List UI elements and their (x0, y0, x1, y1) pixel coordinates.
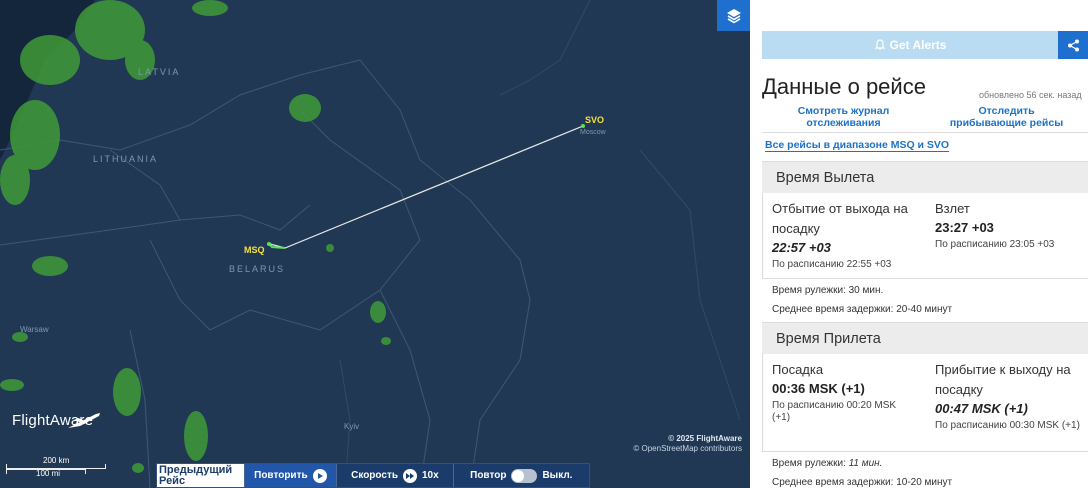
landing-scheduled: По расписанию 00:20 MSK (+1) (772, 400, 897, 423)
city-label-moscow: Moscow (580, 129, 606, 136)
route-line (269, 125, 584, 249)
panel-links: Смотреть журнал отслеживания Отследить п… (762, 105, 1088, 133)
replay-button[interactable]: Повторить (243, 464, 337, 487)
loop-state: Выкл. (542, 470, 573, 481)
attribution-flightaware: © 2025 FlightAware (668, 434, 742, 443)
gate-arrival: Прибытие к выходу на посадку 00:47 MSK (… (935, 360, 1085, 432)
updated-timestamp: обновлено 56 сек. назад (979, 90, 1082, 100)
share-icon (1067, 39, 1079, 51)
country-label-belarus: BELARUS (229, 264, 286, 274)
replay-label: Повторить (254, 470, 308, 481)
map-attribution: © 2025 FlightAware © OpenStreetMap contr… (633, 434, 742, 454)
gate-departure-time: 22:57 +03 (772, 240, 831, 255)
arrival-heading: Время Прилета (762, 322, 1088, 354)
all-flights-link[interactable]: Все рейсы в диапазоне MSQ и SVO (765, 139, 950, 152)
map-layers-button[interactable] (717, 0, 750, 31)
bell-icon (874, 39, 885, 50)
landing: Посадка 00:36 MSK (+1) По расписанию 00:… (772, 360, 922, 424)
flightaware-logo: FlightAware (12, 412, 94, 429)
city-label-warsaw: Warsaw (20, 325, 49, 334)
departure-average-delay: Среднее время задержки: 20-40 минут (772, 304, 953, 315)
page-title: Данные о рейсе (762, 74, 926, 99)
get-alerts-button[interactable]: Get Alerts (762, 31, 1058, 59)
gate-arrival-time: 00:47 MSK (+1) (935, 401, 1028, 416)
layers-icon (726, 8, 741, 23)
arrival-times: Посадка 00:36 MSK (+1) По расписанию 00:… (762, 354, 1088, 452)
takeoff: Взлет 23:27 +03 По расписанию 23:05 +03 (935, 199, 1085, 251)
track-arrivals-link[interactable]: Отследить прибывающие рейсы (925, 105, 1088, 132)
toggle-switch[interactable] (511, 468, 538, 483)
map-basemap (0, 0, 741, 488)
get-alerts-label: Get Alerts (889, 38, 947, 52)
departure-times: Отбытие от выхода на посадку 22:57 +03 П… (762, 193, 1088, 279)
loop-toggle[interactable]: Повтор Выкл. (452, 464, 589, 487)
track-log-link[interactable]: Смотреть журнал отслеживания (762, 105, 925, 132)
arrival-taxi-value: 11 мин. (848, 458, 883, 469)
arrival-taxi-time: Время рулежки: 11 мин. (772, 458, 882, 469)
playback-bar: Предыдущий Рейс Повторить Скорость 10x П… (156, 463, 590, 488)
loop-label: Повтор (470, 470, 507, 481)
landing-label: Посадка (772, 362, 824, 377)
departure-taxi-time: Время рулежки: 30 мин. (772, 285, 884, 296)
country-label-latvia: LATVIA (138, 67, 181, 77)
departure-heading: Время Вылета (762, 161, 1088, 193)
gate-departure-label: Отбытие от выхода на посадку (772, 201, 908, 236)
attribution-osm[interactable]: © OpenStreetMap contributors (633, 444, 742, 454)
gate-arrival-scheduled: По расписанию 00:30 MSK (+1) (935, 420, 1080, 431)
scale-mi-label: 100 mi (36, 469, 61, 478)
landing-time: 00:36 MSK (+1) (772, 381, 865, 396)
takeoff-time: 23:27 +03 (935, 220, 994, 235)
gate-departure-scheduled: По расписанию 22:55 +03 (772, 259, 892, 270)
takeoff-scheduled: По расписанию 23:05 +03 (935, 239, 1055, 250)
arrival-taxi-label: Время рулежки: (772, 458, 846, 469)
origin-airport-marker[interactable]: MSQ (244, 245, 265, 255)
gate-arrival-label: Прибытие к выходу на посадку (935, 362, 1071, 397)
share-button[interactable] (1058, 31, 1088, 59)
speed-label: Скорость (351, 470, 398, 481)
previous-flight-button[interactable]: Предыдущий Рейс (157, 464, 244, 487)
city-label-kyiv: Kyiv (344, 422, 360, 431)
arrival-average-delay: Среднее время задержки: 10-20 минут (772, 477, 953, 488)
flight-map[interactable]: LATVIA LITHUANIA BELARUS Warsaw Kyiv Mos… (0, 0, 750, 488)
fast-forward-icon (403, 468, 417, 483)
speed-value: 10x (422, 470, 439, 481)
play-icon (312, 468, 327, 483)
flight-data-panel: Get Alerts Данные о рейсе обновлено 56 с… (750, 0, 1088, 488)
takeoff-label: Взлет (935, 201, 970, 216)
map-scale: 200 km 100 mi (6, 456, 108, 478)
speed-button[interactable]: Скорость 10x (336, 464, 452, 487)
gate-departure: Отбытие от выхода на посадку 22:57 +03 П… (772, 199, 922, 271)
destination-airport-marker[interactable]: SVO (585, 115, 604, 125)
country-label-lithuania: LITHUANIA (93, 154, 159, 164)
alerts-row: Get Alerts (762, 31, 1088, 59)
